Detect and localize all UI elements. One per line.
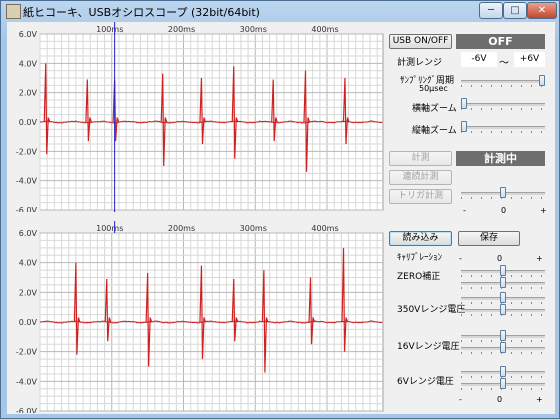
hzoom-track bbox=[461, 103, 545, 106]
app-icon bbox=[6, 4, 21, 19]
sampling-track bbox=[461, 80, 545, 83]
sampling-ticks bbox=[461, 85, 545, 87]
control-panel: USB ON/OFF OFF 計測レンジ -6V 〜 +6V ｻﾝﾌﾟﾘﾝｸﾞ周… bbox=[7, 22, 555, 414]
app-window: 紙ヒコーキ、USBオシロスコープ (32bit/64bit) ─ □ ✕ 100… bbox=[0, 0, 560, 419]
vzoom-thumb[interactable] bbox=[461, 121, 467, 132]
zero-correction-label: ZERO補正 bbox=[397, 272, 441, 282]
measure-button[interactable]: 計測 bbox=[389, 151, 452, 166]
calibration-thumb[interactable] bbox=[500, 304, 506, 315]
range-max-field[interactable]: +6V bbox=[514, 52, 545, 67]
range-min-field[interactable]: -6V bbox=[461, 52, 497, 67]
calibration-slider[interactable] bbox=[461, 304, 545, 316]
calibration-slider[interactable] bbox=[461, 378, 545, 390]
calibration-slider[interactable] bbox=[461, 265, 545, 277]
bottom-zero-label: 0 bbox=[497, 395, 503, 404]
trigger-minus-label: - bbox=[463, 206, 466, 215]
v16-range-label: 16Vレンジ電圧 bbox=[397, 342, 460, 352]
hzoom-ticks bbox=[461, 108, 545, 110]
calibration-thumb[interactable] bbox=[500, 265, 506, 276]
vzoom-slider[interactable] bbox=[461, 121, 545, 133]
calibration-thumb[interactable] bbox=[500, 378, 506, 389]
window-title: 紙ヒコーキ、USBオシロスコープ (32bit/64bit) bbox=[23, 6, 260, 19]
v6-range-label: 6Vレンジ電圧 bbox=[397, 377, 454, 387]
calibration-label: ｷｬﾘﾌﾞﾚｰｼｮﾝ bbox=[397, 253, 443, 263]
range-label: 計測レンジ bbox=[397, 58, 443, 68]
hzoom-slider[interactable] bbox=[461, 98, 545, 110]
trigger-zero-label: 0 bbox=[501, 206, 507, 215]
trigger-slider[interactable] bbox=[461, 187, 545, 199]
hzoom-thumb[interactable] bbox=[461, 98, 467, 109]
calib-plus-label: + bbox=[536, 254, 543, 263]
calibration-thumb[interactable] bbox=[500, 342, 506, 353]
sampling-thumb[interactable] bbox=[539, 75, 545, 86]
vzoom-track bbox=[461, 126, 545, 129]
bottom-plus-label: + bbox=[536, 395, 543, 404]
v350-range-label: 350Vレンジ電圧 bbox=[397, 305, 466, 315]
range-separator: 〜 bbox=[499, 58, 509, 69]
calibration-slider[interactable] bbox=[461, 277, 545, 289]
calib-minus-label: - bbox=[459, 254, 462, 263]
calibration-slider[interactable] bbox=[461, 342, 545, 354]
hzoom-label: 横軸ズーム bbox=[412, 104, 457, 114]
calibration-thumb[interactable] bbox=[500, 292, 506, 303]
calib-zero-label: 0 bbox=[497, 254, 503, 263]
vzoom-label: 縦軸ズーム bbox=[412, 126, 457, 136]
usb-status-indicator: OFF bbox=[456, 34, 545, 49]
trigger-thumb[interactable] bbox=[500, 187, 506, 198]
close-button[interactable]: ✕ bbox=[527, 2, 557, 19]
trigger-measure-button[interactable]: トリガ計測 bbox=[389, 189, 452, 204]
calibration-thumb[interactable] bbox=[500, 366, 506, 377]
calibration-slider[interactable] bbox=[461, 292, 545, 304]
calibration-slider[interactable] bbox=[461, 366, 545, 378]
measure-status-indicator: 計測中 bbox=[456, 151, 545, 166]
usb-onoff-button[interactable]: USB ON/OFF bbox=[389, 34, 452, 49]
title-bar[interactable]: 紙ヒコーキ、USBオシロスコープ (32bit/64bit) ─ □ ✕ bbox=[1, 1, 559, 21]
calibration-thumb[interactable] bbox=[500, 330, 506, 341]
sampling-value: 50μsec bbox=[419, 84, 448, 93]
continuous-measure-button[interactable]: 連続計測 bbox=[389, 170, 452, 185]
sampling-slider[interactable] bbox=[461, 75, 545, 87]
trigger-plus-label: + bbox=[540, 206, 547, 215]
minimize-button[interactable]: ─ bbox=[479, 2, 503, 19]
bottom-minus-label: - bbox=[459, 395, 462, 404]
save-button[interactable]: 保存 bbox=[458, 231, 520, 246]
calibration-slider[interactable] bbox=[461, 330, 545, 342]
client-area: 100ms 200ms 300ms 400ms 6.0V 4.0V 2.0V 0.0V -2.0… bbox=[7, 22, 555, 414]
maximize-button[interactable]: □ bbox=[503, 2, 527, 19]
calibration-thumb[interactable] bbox=[500, 277, 506, 288]
vzoom-ticks bbox=[461, 131, 545, 133]
load-button[interactable]: 読み込み bbox=[389, 231, 452, 246]
